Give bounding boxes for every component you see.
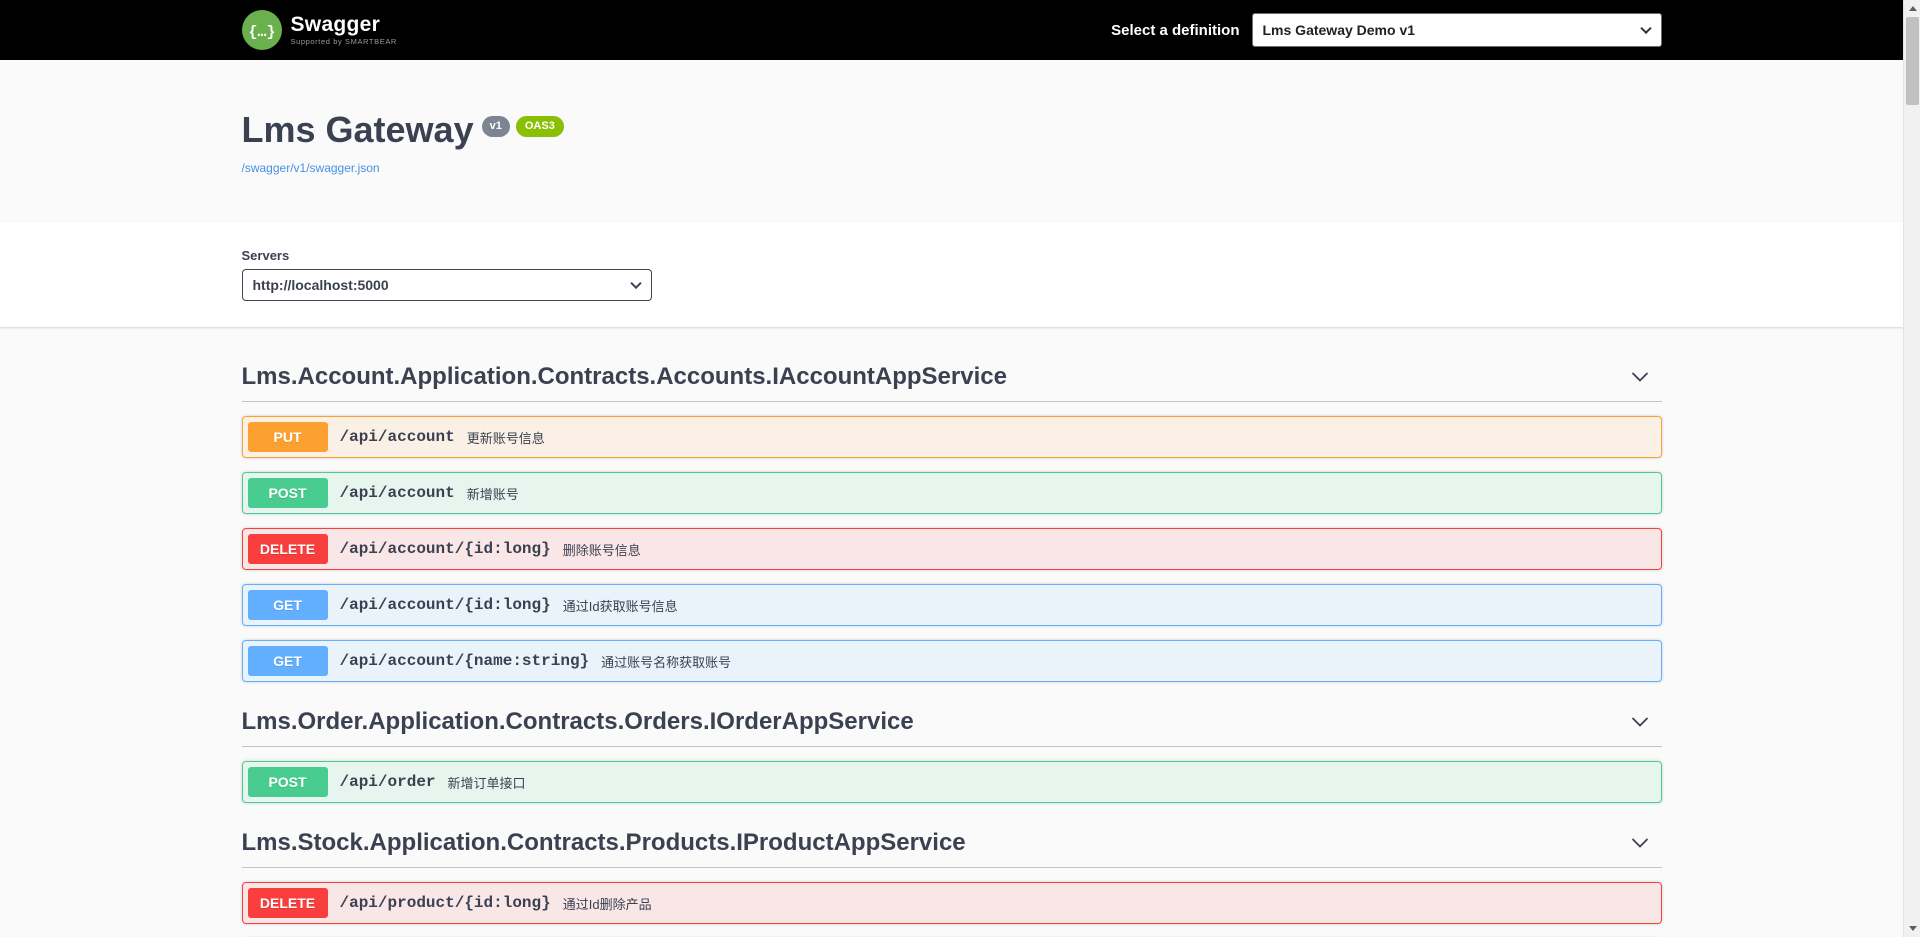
operation-path: /api/account/{id:long} bbox=[339, 540, 551, 559]
section-operations: POST /api/order 新增订单接口 bbox=[241, 761, 1662, 804]
operation-summary[interactable]: POST /api/order 新增订单接口 bbox=[243, 762, 1661, 802]
servers-label: Servers bbox=[241, 248, 290, 264]
version-badge: v1 bbox=[481, 116, 510, 138]
operation-path: /api/account/{id:long} bbox=[339, 596, 551, 615]
operation-summary[interactable]: DELETE /api/account/{id:long} 删除账号信息 bbox=[243, 529, 1661, 569]
api-section: Lms.Stock.Application.Contracts.Products… bbox=[241, 817, 1662, 937]
operation-description: 通过Id获取账号信息 bbox=[562, 598, 678, 614]
operation-summary[interactable]: GET /api/account/{name:string} 通过账号名称获取账… bbox=[243, 641, 1661, 681]
arrow-down-icon bbox=[1908, 926, 1917, 931]
operation-row: GET /api/account/{name:string} 通过账号名称获取账… bbox=[241, 640, 1662, 683]
arrow-up-icon bbox=[1908, 6, 1917, 11]
scrollbar[interactable] bbox=[1903, 0, 1920, 937]
http-method-badge: DELETE bbox=[247, 534, 328, 565]
operation-path: /api/order bbox=[339, 773, 436, 792]
api-title-text: Lms Gateway bbox=[241, 109, 474, 150]
api-section: Lms.Order.Application.Contracts.Orders.I… bbox=[241, 696, 1662, 804]
section-header[interactable]: Lms.Account.Application.Contracts.Accoun… bbox=[241, 351, 1662, 403]
chevron-down-icon[interactable] bbox=[1630, 712, 1650, 732]
oas3-badge: OAS3 bbox=[515, 116, 564, 138]
section-header[interactable]: Lms.Order.Application.Contracts.Orders.I… bbox=[241, 696, 1662, 748]
operation-path: /api/account bbox=[339, 484, 455, 503]
http-method-badge: POST bbox=[247, 478, 328, 509]
scrollbar-thumb[interactable] bbox=[1906, 17, 1919, 105]
definition-selector-group: Select a definition Lms Gateway Demo v1 bbox=[1111, 13, 1662, 47]
operation-row: GET /api/account/{id:long} 通过Id获取账号信息 bbox=[241, 584, 1662, 627]
scroll-up-button[interactable] bbox=[1904, 0, 1920, 17]
operation-path: /api/product/{id:long} bbox=[339, 894, 551, 913]
operation-row: POST /api/account 新增账号 bbox=[241, 472, 1662, 515]
operation-description: 更新账号信息 bbox=[466, 430, 545, 446]
section-operations: PUT /api/account 更新账号信息 POST /api/accoun… bbox=[241, 416, 1662, 683]
operation-summary[interactable]: GET /api/account/{id:long} 通过Id获取账号信息 bbox=[243, 585, 1661, 625]
operation-description: 新增账号 bbox=[466, 486, 519, 502]
server-select[interactable]: http://localhost:5000 bbox=[241, 269, 652, 302]
chevron-down-icon[interactable] bbox=[1630, 833, 1650, 853]
section-header[interactable]: Lms.Stock.Application.Contracts.Products… bbox=[241, 817, 1662, 869]
info-section: Lms Gateway v1 OAS3 /swagger/v1/swagger.js… bbox=[0, 60, 1903, 222]
http-method-badge: GET bbox=[247, 646, 328, 677]
definition-select-label: Select a definition bbox=[1111, 21, 1240, 39]
operation-row: PUT /api/account 更新账号信息 bbox=[241, 416, 1662, 459]
operation-row: DELETE /api/account/{id:long} 删除账号信息 bbox=[241, 528, 1662, 571]
operation-row: POST /api/order 新增订单接口 bbox=[241, 761, 1662, 804]
svg-text:{…}: {…} bbox=[248, 24, 275, 41]
operation-description: 删除账号信息 bbox=[562, 542, 641, 558]
operation-path: /api/account bbox=[339, 428, 455, 447]
operations-list: Lms.Account.Application.Contracts.Accoun… bbox=[0, 327, 1903, 937]
operation-path: /api/account/{name:string} bbox=[339, 652, 590, 671]
scroll-down-button[interactable] bbox=[1904, 920, 1920, 937]
section-title: Lms.Account.Application.Contracts.Accoun… bbox=[241, 363, 1007, 391]
section-title: Lms.Stock.Application.Contracts.Products… bbox=[241, 829, 966, 857]
logo-subtitle: Supported by SMARTBEAR bbox=[290, 37, 397, 47]
http-method-badge: POST bbox=[247, 767, 328, 798]
http-method-badge: PUT bbox=[247, 422, 328, 453]
definition-select[interactable]: Lms Gateway Demo v1 bbox=[1251, 13, 1662, 47]
chevron-down-icon[interactable] bbox=[1630, 367, 1650, 387]
operation-description: 通过账号名称获取账号 bbox=[601, 654, 732, 670]
page-title: Lms Gateway v1 OAS3 bbox=[242, 108, 1662, 151]
operation-summary[interactable]: POST /api/account 新增账号 bbox=[243, 473, 1661, 513]
http-method-badge: GET bbox=[247, 590, 328, 621]
operation-row: DELETE /api/product/{id:long} 通过Id删除产品 bbox=[241, 882, 1662, 925]
swagger-logo-link[interactable]: {…} Swagger Supported by SMARTBEAR bbox=[241, 10, 397, 50]
operation-description: 通过Id删除产品 bbox=[562, 896, 652, 912]
operation-summary[interactable]: PUT /api/account 更新账号信息 bbox=[243, 417, 1661, 457]
swagger-logo-icon: {…} bbox=[241, 10, 282, 50]
api-section: Lms.Account.Application.Contracts.Accoun… bbox=[241, 351, 1662, 683]
logo-title: Swagger bbox=[290, 13, 381, 37]
operation-description: 新增订单接口 bbox=[447, 775, 526, 791]
section-title: Lms.Order.Application.Contracts.Orders.I… bbox=[241, 708, 914, 736]
http-method-badge: DELETE bbox=[247, 888, 328, 919]
topbar: {…} Swagger Supported by SMARTBEAR Selec… bbox=[0, 0, 1903, 60]
section-operations: DELETE /api/product/{id:long} 通过Id删除产品 P… bbox=[241, 882, 1662, 937]
operation-summary[interactable]: DELETE /api/product/{id:long} 通过Id删除产品 bbox=[243, 883, 1661, 923]
swagger-ui-page: {…} Swagger Supported by SMARTBEAR Selec… bbox=[0, 0, 1903, 937]
servers-section: Servers http://localhost:5000 bbox=[0, 222, 1903, 328]
spec-json-link[interactable]: /swagger/v1/swagger.json bbox=[242, 161, 380, 175]
